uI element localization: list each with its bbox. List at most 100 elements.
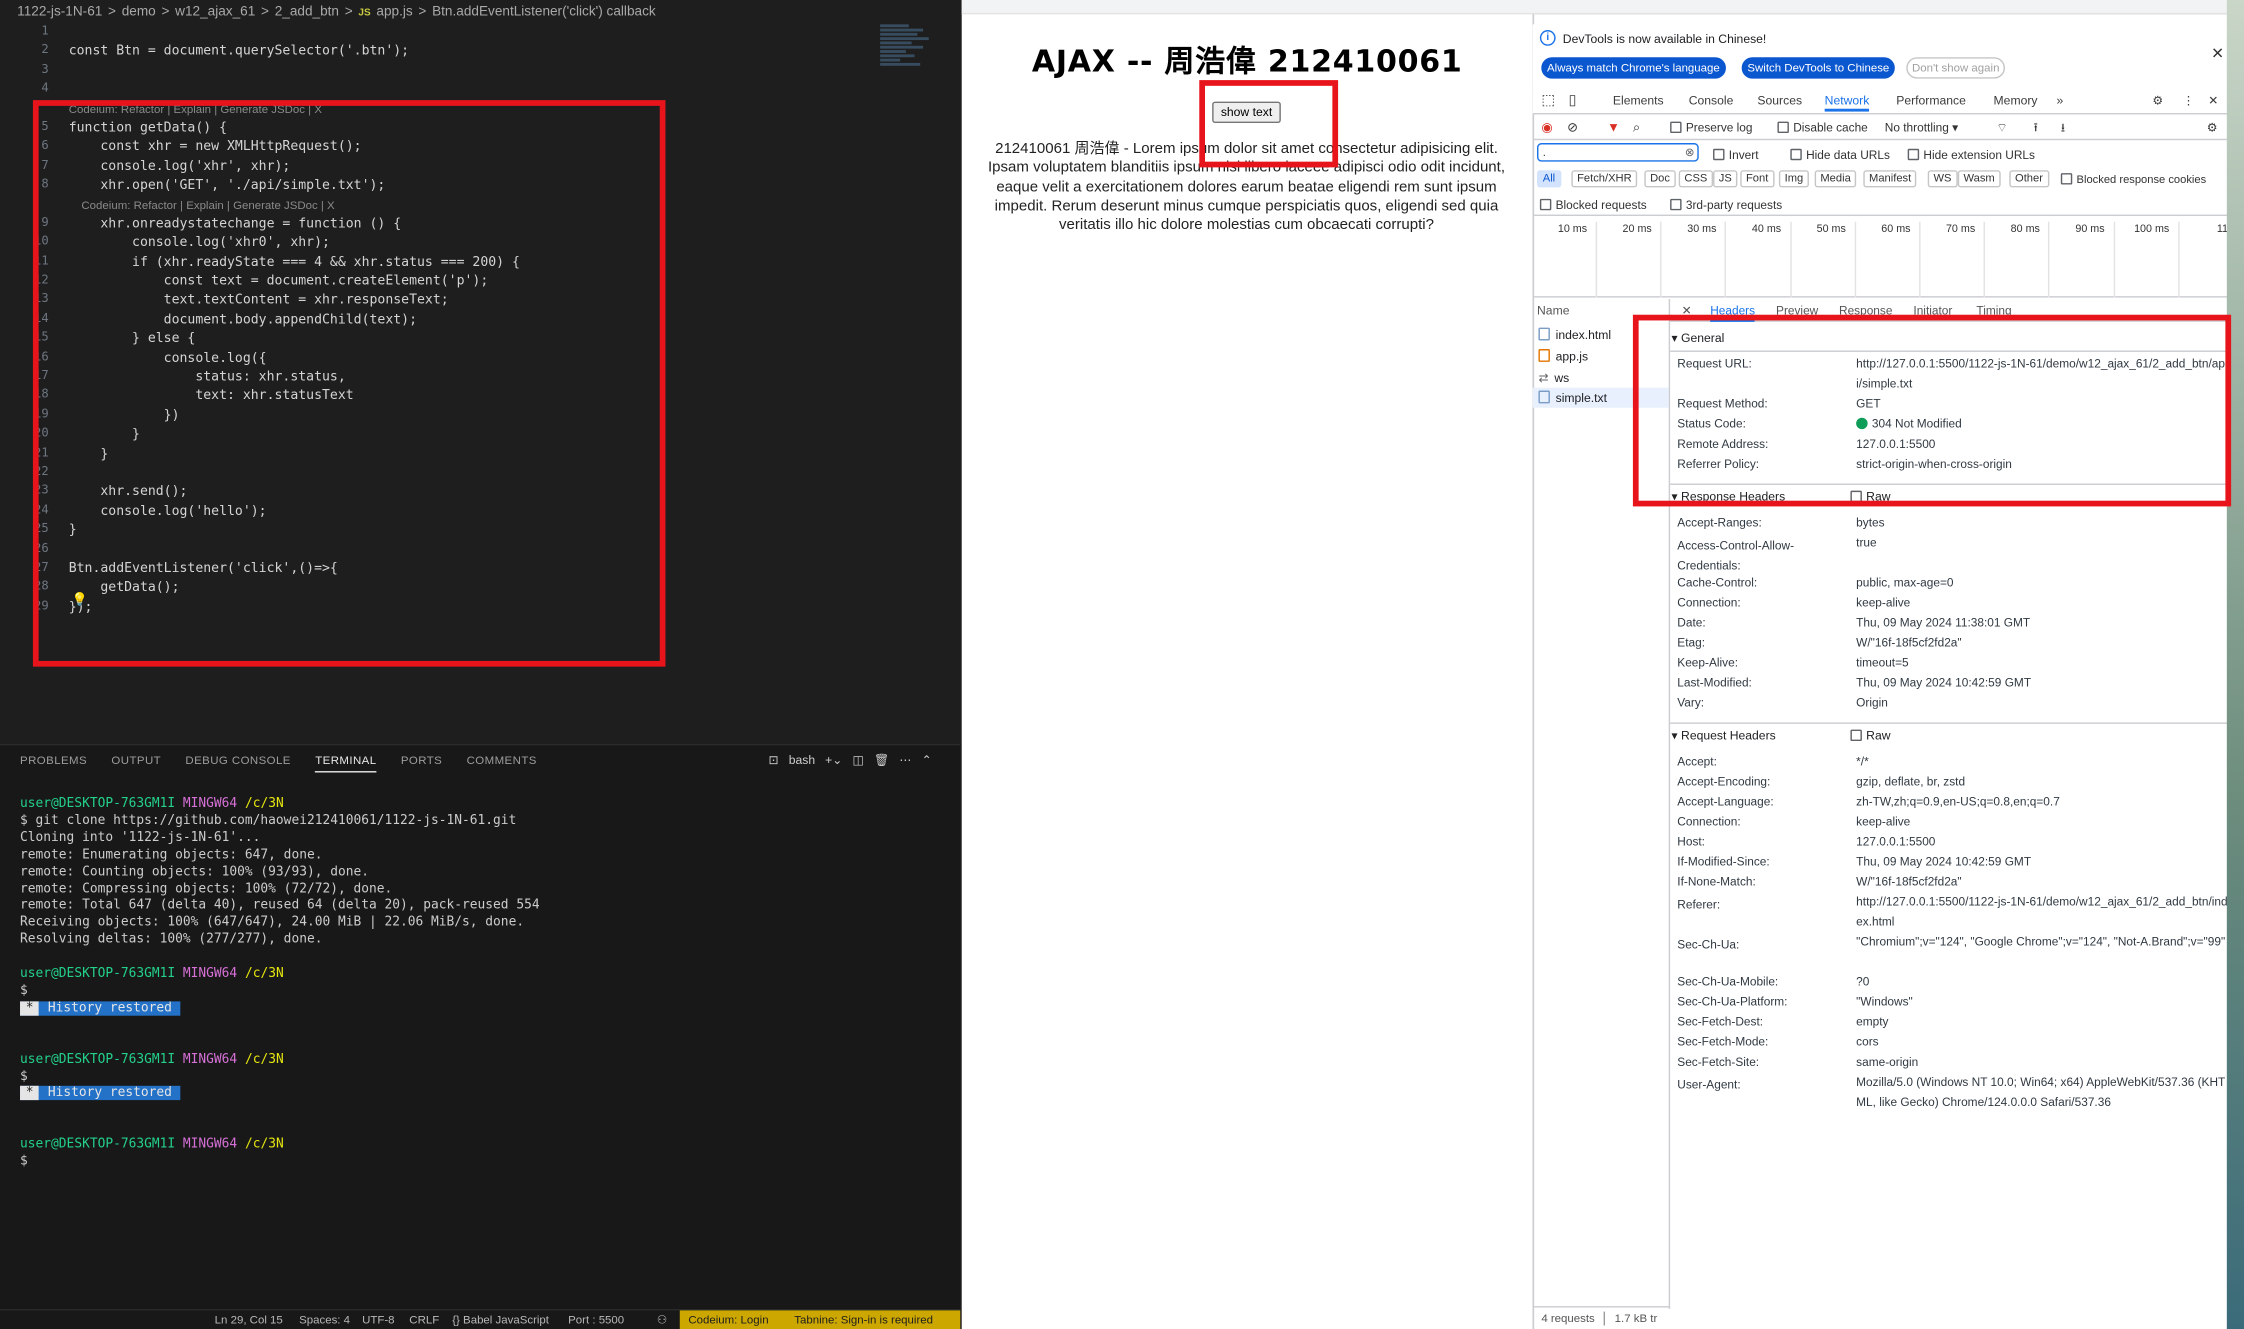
third-party-checkbox[interactable]: 3rd-party requests <box>1670 197 1782 212</box>
minimap[interactable] <box>880 23 937 80</box>
filter-wasm[interactable]: Wasm <box>1957 170 2001 188</box>
terminal-output[interactable]: user@DESKTOP-763GM1I MINGW64 /c/3N $ git … <box>20 797 540 1172</box>
export-har-icon[interactable]: ⭳ <box>2061 120 2065 140</box>
filter-font[interactable]: Font <box>1740 170 1775 188</box>
filter-other[interactable]: Other <box>2009 170 2049 188</box>
filter-fetch-xhr[interactable]: Fetch/XHR <box>1571 170 1638 188</box>
record-icon[interactable]: ◉ <box>1541 120 1552 136</box>
breadcrumb[interactable]: 1122-js-1N-61 > demo > w12_ajax_61 >2_add_btn… <box>0 0 960 23</box>
import-har-icon[interactable]: ⭱ <box>2034 120 2038 140</box>
close-devtools-icon[interactable]: ✕ <box>2208 93 2218 109</box>
hide-extension-urls-checkbox[interactable]: Hide extension URLs <box>1907 147 2035 162</box>
kebab-menu-icon[interactable]: ⋮ <box>2182 93 2194 109</box>
lightbulb-icon[interactable]: 💡 <box>72 592 88 608</box>
filter-media[interactable]: Media <box>1814 170 1857 188</box>
add-terminal-icon[interactable]: +⌄ <box>825 752 842 766</box>
wifi-conditions-icon[interactable]: ⌔ <box>1996 120 2007 136</box>
invert-checkbox[interactable]: Invert <box>1713 147 1759 162</box>
code-lens[interactable]: Codeium: Refactor | Explain | Generate J… <box>69 195 885 214</box>
always-match-language-button[interactable]: Always match Chrome's language <box>1541 57 1726 79</box>
breadcrumb-item[interactable]: Btn.addEventListener('click') callback <box>432 4 656 20</box>
request-row[interactable]: ⇄ ws <box>1533 368 1669 388</box>
breadcrumb-item[interactable]: app.js <box>376 4 412 20</box>
filter-icon[interactable]: ▼ <box>1607 120 1620 134</box>
tab-timing[interactable]: Timing <box>1976 303 2011 317</box>
request-row[interactable]: app.js <box>1533 346 1669 366</box>
tab-ports[interactable]: PORTS <box>401 754 442 767</box>
tab-response[interactable]: Response <box>1839 303 1892 317</box>
blocked-response-cookies-checkbox[interactable]: Blocked response cookies <box>2060 173 2206 186</box>
tab-sources[interactable]: Sources <box>1757 93 1802 107</box>
raw-checkbox[interactable]: Raw <box>1850 728 1891 742</box>
filter-manifest[interactable]: Manifest <box>1863 170 1917 188</box>
code-lens[interactable]: Codeium: Refactor | Explain | Generate J… <box>69 100 885 119</box>
inspect-icon[interactable]: ⬚ <box>1541 93 1555 109</box>
tab-problems[interactable]: PROBLEMS <box>20 754 87 767</box>
breadcrumb-item[interactable]: demo <box>122 4 156 20</box>
preserve-log-checkbox[interactable]: Preserve log <box>1670 120 1753 134</box>
code-content[interactable]: const Btn = document.querySelector('.btn… <box>69 23 885 617</box>
raw-checkbox[interactable]: Raw <box>1850 489 1891 504</box>
split-terminal-icon[interactable]: ◫ <box>852 752 863 766</box>
disable-cache-checkbox[interactable]: Disable cache <box>1777 120 1868 134</box>
trash-icon[interactable]: 🗑 <box>874 752 889 766</box>
tab-memory[interactable]: Memory <box>1994 93 2038 107</box>
tab-network[interactable]: Network <box>1824 93 1870 112</box>
throttling-select[interactable]: No throttling ▾ <box>1885 120 1958 134</box>
tab-comments[interactable]: COMMENTS <box>467 754 537 767</box>
response-headers-section-header[interactable]: ▾ Response Headers <box>1672 489 1786 505</box>
chevron-up-icon[interactable]: ⌃ <box>922 752 932 766</box>
clear-filter-icon[interactable]: ⊗ <box>1685 144 1695 160</box>
tab-performance[interactable]: Performance <box>1896 93 1966 107</box>
header-key: If-Modified-Since: <box>1677 854 1770 869</box>
filter-css[interactable]: CSS <box>1678 170 1714 188</box>
tabnine-status[interactable]: Tabnine: Sign-in is required <box>794 1313 933 1326</box>
shell-name[interactable]: bash <box>789 752 815 766</box>
encoding[interactable]: UTF-8 <box>362 1313 394 1326</box>
filter-doc[interactable]: Doc <box>1644 170 1676 188</box>
request-headers-section-header[interactable]: ▾ Request Headers <box>1672 728 1776 744</box>
tab-elements[interactable]: Elements <box>1613 93 1664 107</box>
general-section-header[interactable]: ▾ General <box>1672 330 1725 346</box>
language-mode[interactable]: {} Babel JavaScript <box>452 1313 549 1326</box>
indentation[interactable]: Spaces: 4 <box>299 1313 350 1326</box>
dont-show-again-button[interactable]: Don't show again <box>1906 57 2006 79</box>
request-row-selected[interactable]: simple.txt <box>1532 387 1669 408</box>
tab-debug-console[interactable]: DEBUG CONSOLE <box>185 754 290 767</box>
name-column-header[interactable]: Name <box>1537 303 1569 317</box>
close-icon[interactable]: ✕ <box>2211 44 2224 63</box>
breadcrumb-item[interactable]: w12_ajax_61 <box>175 4 255 20</box>
settings-gear-icon[interactable]: ⚙ <box>2152 93 2163 109</box>
network-timeline[interactable]: 10 ms 20 ms 30 ms 40 ms 50 ms 60 ms 70 ms 80 ms… <box>1532 216 2244 298</box>
clear-icon[interactable]: ⊘ <box>1567 120 1578 136</box>
codeium-login[interactable]: Codeium: Login <box>688 1313 768 1326</box>
line-ending[interactable]: CRLF <box>409 1313 439 1326</box>
network-settings-icon[interactable]: ⚙ <box>2207 120 2218 134</box>
show-text-button[interactable]: show text <box>1212 101 1281 124</box>
tab-preview[interactable]: Preview <box>1776 303 1818 317</box>
filter-input[interactable]: . ⊗ <box>1537 143 1699 162</box>
more-tabs-icon[interactable]: » <box>2057 93 2064 107</box>
tab-initiator[interactable]: Initiator <box>1913 303 1952 317</box>
filter-img[interactable]: Img <box>1778 170 1809 188</box>
filter-ws[interactable]: WS <box>1927 170 1958 188</box>
blocked-requests-checkbox[interactable]: Blocked requests <box>1539 197 1647 212</box>
switch-to-chinese-button[interactable]: Switch DevTools to Chinese <box>1741 57 1896 79</box>
hide-data-urls-checkbox[interactable]: Hide data URLs <box>1790 147 1890 162</box>
filter-all[interactable]: All <box>1537 170 1561 188</box>
tab-terminal[interactable]: TERMINAL <box>315 753 377 773</box>
bell-icon[interactable]: ⚇ <box>657 1313 667 1326</box>
request-row[interactable]: index.html <box>1533 325 1669 345</box>
breadcrumb-item[interactable]: 2_add_btn <box>275 4 339 20</box>
device-toolbar-icon[interactable]: ▯ <box>1569 93 1577 109</box>
cursor-position[interactable]: Ln 29, Col 15 <box>215 1313 283 1326</box>
close-detail-icon[interactable]: ✕ <box>1682 303 1692 317</box>
search-icon[interactable]: ⌕ <box>1633 120 1640 136</box>
breadcrumb-item[interactable]: 1122-js-1N-61 <box>17 4 102 20</box>
tab-output[interactable]: OUTPUT <box>111 754 161 767</box>
tab-headers[interactable]: Headers <box>1710 303 1756 322</box>
live-server-port[interactable]: Port : 5500 <box>568 1313 624 1326</box>
more-icon[interactable]: ⋯ <box>899 752 911 766</box>
filter-js[interactable]: JS <box>1713 170 1738 188</box>
tab-console[interactable]: Console <box>1689 93 1734 107</box>
